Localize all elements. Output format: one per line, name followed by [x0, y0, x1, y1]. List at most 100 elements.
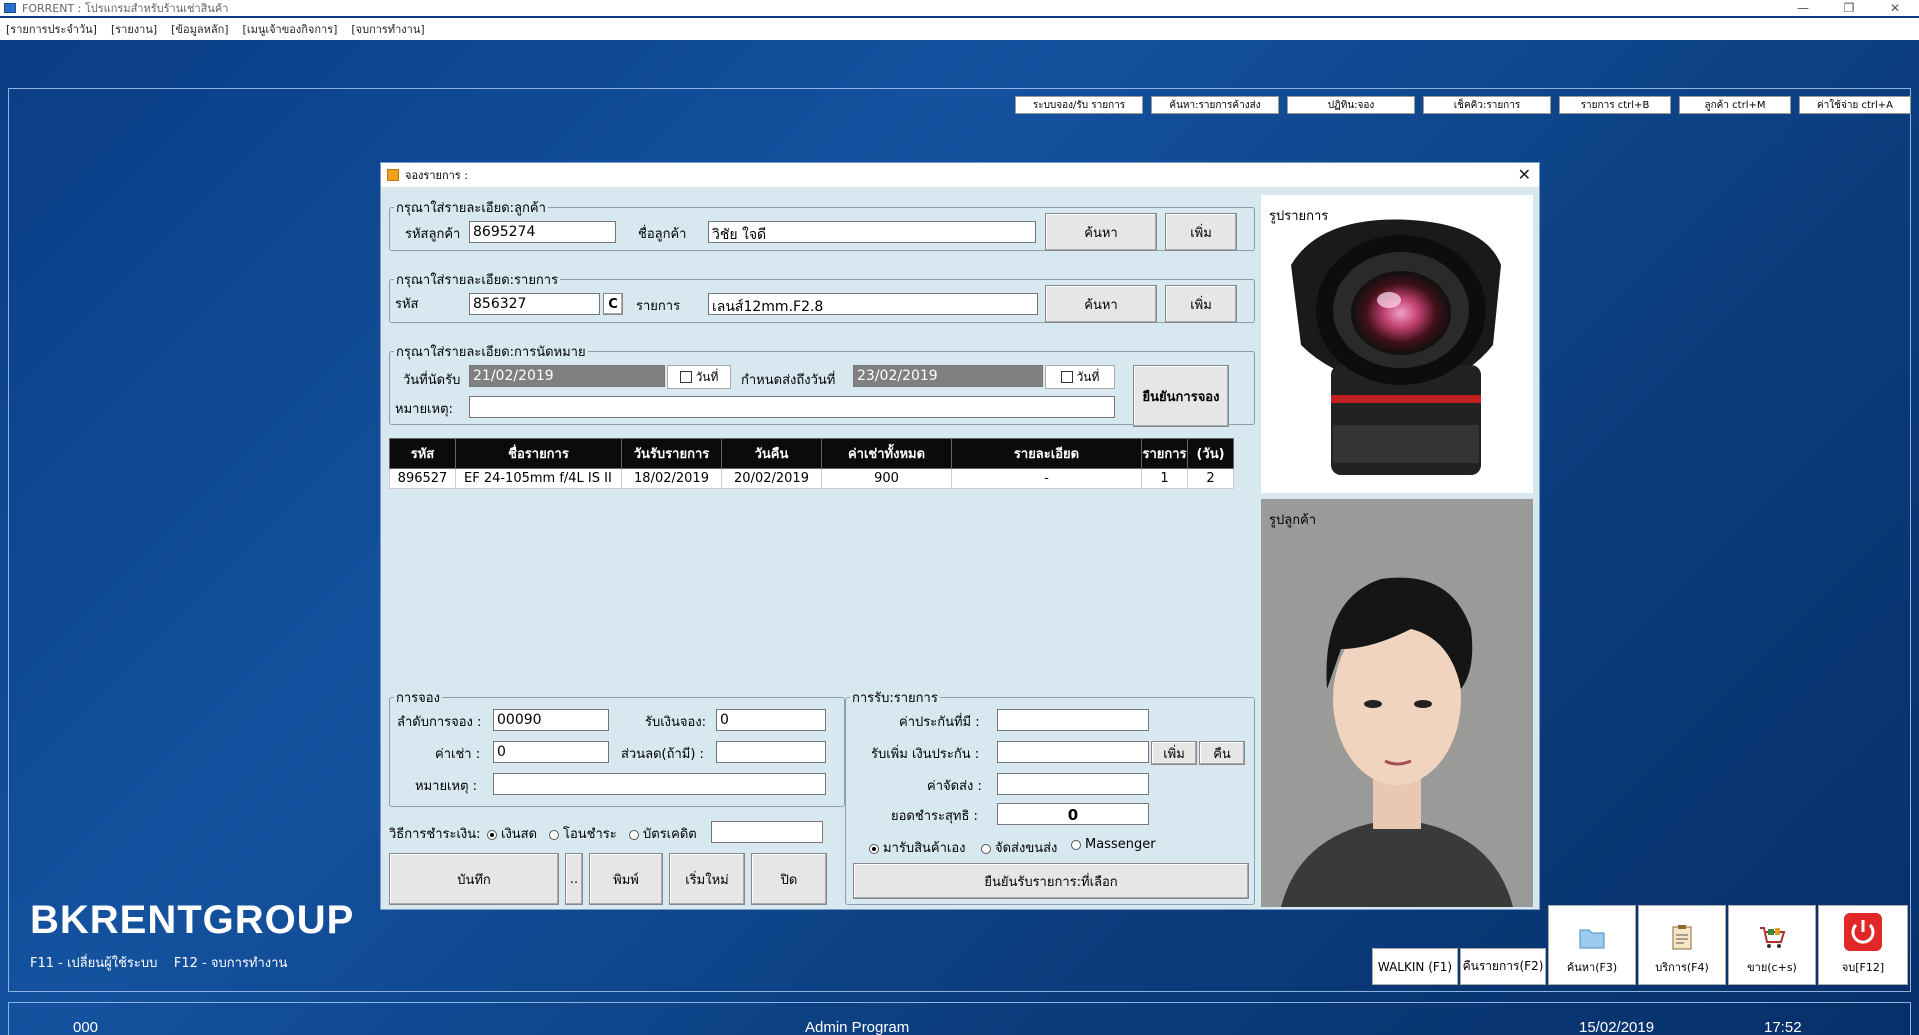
cell-pickup-date: 18/02/2019	[621, 468, 722, 489]
exit-tool-button[interactable]: จบ[F12]	[1818, 905, 1908, 985]
discount-field[interactable]	[716, 741, 826, 763]
pickup-date-field[interactable]: 21/02/2019	[469, 365, 665, 387]
expenses-button[interactable]: ค่าใช้จ่าย ctrl+A	[1799, 96, 1911, 114]
item-name-field[interactable]: เลนส์12mm.F2.8	[708, 293, 1038, 315]
new-button[interactable]: เริ่มใหม่	[669, 853, 745, 905]
pickup-date-label: วันที่นัดรับ	[403, 373, 461, 388]
cell-code: 896527	[389, 468, 456, 489]
return-button[interactable]: คืนรายการ(F2)	[1460, 948, 1546, 985]
col-total-rent[interactable]: ค่าเช่าทั้งหมด	[821, 438, 952, 469]
insurance-field[interactable]	[997, 709, 1149, 731]
dialog-close-icon[interactable]: ✕	[1518, 165, 1531, 184]
due-date-field[interactable]: 23/02/2019	[853, 365, 1043, 387]
customer-add-button[interactable]: เพิ่ม	[1165, 213, 1237, 251]
cell-item-name: EF 24-105mm f/4L IS II	[455, 468, 622, 489]
col-days[interactable]: (วัน)	[1187, 438, 1234, 469]
queue-check-button[interactable]: เช็คคิว:รายการ	[1423, 96, 1551, 114]
pickup-date-button[interactable]: วันที่	[667, 365, 731, 389]
col-item-name[interactable]: ชื่อรายการ	[455, 438, 622, 469]
print-button[interactable]: พิมพ์	[589, 853, 663, 905]
menu-master-data[interactable]: [ข้อมูลหลัก]	[171, 20, 228, 38]
calendar-icon	[679, 371, 692, 383]
method-messenger[interactable]: Massenger	[1071, 837, 1156, 852]
extra-insurance-field[interactable]	[997, 741, 1149, 763]
item-legend: กรุณาใส่รายละเอียด:รายการ	[396, 273, 559, 288]
method-self-pickup[interactable]: มารับสินค้าเอง	[869, 837, 966, 858]
item-code-field[interactable]: 856327	[469, 293, 600, 315]
deposit-field[interactable]: 0	[716, 709, 826, 731]
brand-name: BKRENTGROUP	[30, 898, 355, 942]
payment-ref-field[interactable]	[711, 821, 823, 843]
more-button[interactable]: ..	[565, 853, 583, 905]
item-clear-button[interactable]: C	[603, 293, 623, 315]
method-shipping[interactable]: จัดส่งขนส่ง	[981, 837, 1057, 858]
item-image-caption: รูปรายการ	[1269, 209, 1329, 224]
customer-search-button[interactable]: ค้นหา	[1045, 213, 1157, 251]
menu-exit[interactable]: [จบการทำงาน]	[351, 20, 424, 38]
menu-owner[interactable]: [เมนูเจ้าของกิจการ]	[243, 20, 338, 38]
rent-field[interactable]: 0	[493, 741, 609, 763]
close-button[interactable]: ปิด	[751, 853, 827, 905]
status-time: 17:52	[1764, 1019, 1802, 1035]
customer-image-panel: รูปลูกค้า	[1261, 499, 1533, 907]
payment-cash-option[interactable]: เงินสด	[487, 823, 537, 844]
payment-transfer-option[interactable]: โอนชำระ	[549, 823, 617, 844]
customers-button[interactable]: ลูกค้า ctrl+M	[1679, 96, 1791, 114]
item-search-button[interactable]: ค้นหา	[1045, 285, 1157, 323]
booking-system-button[interactable]: ระบบจอง/รับ รายการ	[1015, 96, 1143, 114]
cell-days: 2	[1187, 468, 1234, 489]
delivery-field[interactable]	[997, 773, 1149, 795]
pending-search-button[interactable]: ค้นหา:รายการค้างส่ง	[1151, 96, 1279, 114]
items-button[interactable]: รายการ ctrl+B	[1559, 96, 1671, 114]
power-icon	[1844, 913, 1882, 951]
save-button[interactable]: บันทึก	[389, 853, 559, 905]
due-date-button-label: วันที่	[1076, 369, 1100, 384]
col-item-count[interactable]: รายการ	[1141, 438, 1188, 469]
customer-code-field[interactable]: 8695274	[469, 221, 616, 243]
booking-legend: การจอง	[396, 691, 440, 706]
booking-table: รหัส ชื่อรายการ วันรับรายการ วันคืน ค่าเ…	[389, 438, 1234, 489]
due-date-button[interactable]: วันที่	[1045, 365, 1115, 389]
restore-icon[interactable]: ❐	[1829, 0, 1869, 16]
search-tool-button[interactable]: ค้นหา(F3)	[1548, 905, 1636, 985]
item-image-panel: รูปรายการ	[1261, 195, 1533, 493]
booking-seq-field[interactable]: 00090	[493, 709, 609, 731]
calendar-button[interactable]: ปฏิทิน:จอง	[1287, 96, 1415, 114]
status-program: Admin Program	[805, 1019, 910, 1035]
item-add-button[interactable]: เพิ่ม	[1165, 285, 1237, 323]
item-name-label: รายการ	[636, 299, 681, 314]
confirm-receive-button[interactable]: ยืนยันรับรายการ:ที่เลือก	[853, 863, 1249, 899]
radio-icon	[487, 829, 497, 840]
menu-daily[interactable]: [รายการประจำวัน]	[6, 20, 97, 38]
insurance-add-button[interactable]: เพิ่ม	[1151, 741, 1197, 765]
camera-lens-image	[1291, 219, 1501, 475]
payment-card-option[interactable]: บัตรเคดิต	[629, 823, 697, 844]
col-details[interactable]: รายละเอียด	[951, 438, 1142, 469]
customer-name-label: ชื่อลูกค้า	[638, 227, 687, 242]
cell-item-count: 1	[1141, 468, 1188, 489]
sell-tool-button[interactable]: ขาย(c+s)	[1728, 905, 1816, 985]
payment-label: วิธีการชำระเงิน:	[389, 827, 481, 842]
table-row[interactable]: 896527 EF 24-105mm f/4L IS II 18/02/2019…	[389, 468, 1234, 489]
confirm-booking-button[interactable]: ยืนยันการจอง	[1133, 365, 1229, 427]
deposit-label: รับเงินจอง:	[645, 715, 707, 730]
insurance-refund-button[interactable]: คืน	[1199, 741, 1245, 765]
service-tool-button[interactable]: บริการ(F4)	[1638, 905, 1726, 985]
walkin-button[interactable]: WALKIN (F1)	[1372, 948, 1458, 985]
booking-dialog: จองรายการ : ✕ กรุณาใส่รายละเอียด:ลูกค้า …	[380, 162, 1540, 910]
shopping-cart-icon	[1760, 927, 1786, 948]
discount-label: ส่วนลด(ถ้ามี) :	[621, 747, 704, 762]
appointment-note-field[interactable]	[469, 396, 1115, 418]
cell-total-rent: 900	[821, 468, 952, 489]
col-return-date[interactable]: วันคืน	[721, 438, 822, 469]
customer-name-field[interactable]: วิชัย ใจดี	[708, 221, 1036, 243]
minimize-icon[interactable]: —	[1783, 0, 1823, 16]
col-code[interactable]: รหัส	[389, 438, 456, 469]
booking-note-field[interactable]	[493, 773, 826, 795]
close-window-icon[interactable]: ✕	[1875, 0, 1915, 16]
menu-reports[interactable]: [รายงาน]	[111, 20, 157, 38]
top-button-bar: ระบบจอง/รับ รายการ ค้นหา:รายการค้างส่ง ป…	[1015, 96, 1911, 114]
calendar-icon	[1060, 371, 1073, 383]
radio-icon	[869, 843, 879, 854]
col-pickup-date[interactable]: วันรับรายการ	[621, 438, 722, 469]
